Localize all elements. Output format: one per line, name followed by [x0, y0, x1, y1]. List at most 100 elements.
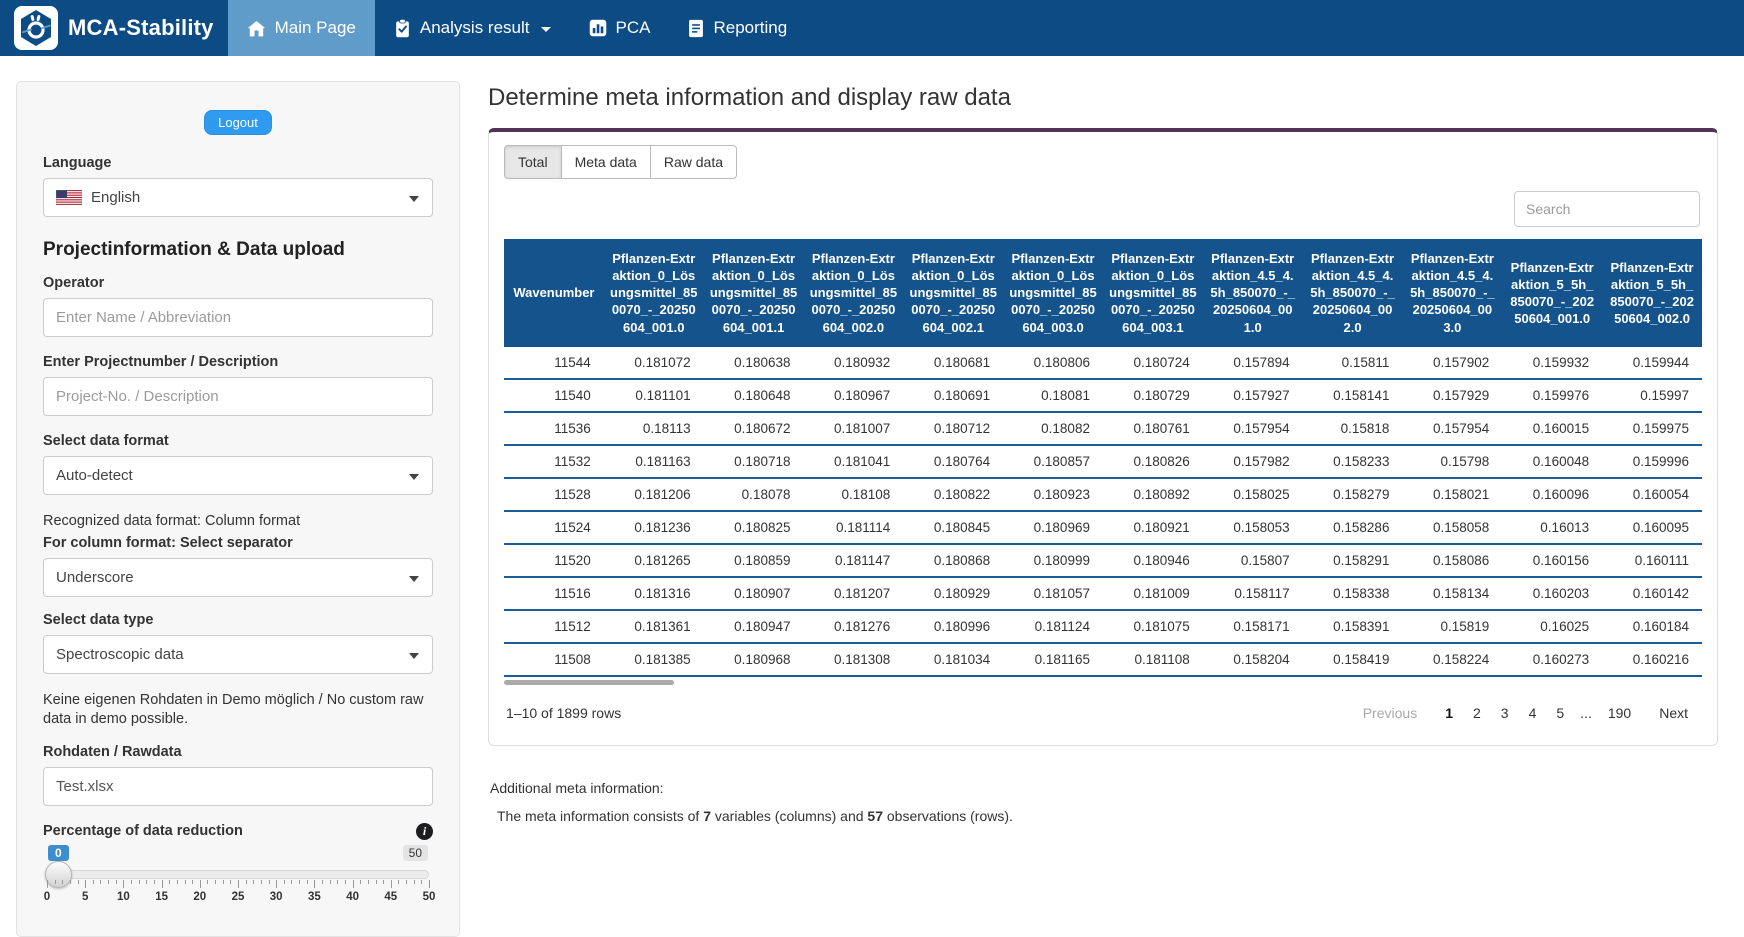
slider-tick-label: 0 [43, 890, 51, 903]
slider-tick [344, 879, 346, 884]
table-row: 11540 0.181101 0.180648 0.180967 0.180691 0.1… [504, 378, 1702, 413]
us-flag-icon [56, 190, 82, 205]
slider-tick [352, 879, 354, 888]
column-header[interactable]: Pflanzen-Extraktion_5_5h_850070_-_202506… [1502, 239, 1603, 347]
column-header[interactable]: Pflanzen-Extraktion_0_Lösungsmittel_8500… [803, 239, 904, 347]
slider-tick [138, 879, 140, 884]
select-caret-icon [409, 474, 419, 480]
tab-total[interactable]: Total [504, 145, 562, 179]
data-type-select[interactable]: Spectroscopic data [43, 634, 433, 674]
rawdata-input[interactable] [43, 766, 433, 806]
pagination-page-3[interactable]: 3 [1491, 701, 1519, 725]
table-cell: 0.180932 [803, 346, 904, 380]
slider-tick [161, 879, 163, 888]
table-cell: 0.180845 [903, 510, 1004, 545]
operator-input[interactable] [43, 298, 433, 337]
slider-tick [207, 879, 209, 884]
column-header[interactable]: Pflanzen-Extraktion_0_Lösungsmittel_8500… [703, 239, 804, 347]
data-format-select[interactable]: Auto-detect [43, 456, 433, 495]
slider-tick [322, 879, 324, 884]
slider-tick [146, 879, 148, 884]
tab-raw-data[interactable]: Raw data [649, 145, 737, 179]
nav-label: PCA [615, 18, 651, 37]
slider-tick [260, 879, 262, 884]
separator-select[interactable]: Underscore [43, 557, 433, 597]
table-row: 11520 0.181265 0.180859 0.181147 0.180868 0.1… [504, 543, 1702, 578]
data-card: Total Meta data Raw data WavenumberPflan… [488, 128, 1718, 746]
table-cell: 0.181265 [603, 543, 704, 578]
column-header[interactable]: Wavenumber [504, 239, 604, 347]
pagination-page-1[interactable]: 1 [1435, 701, 1463, 725]
table-cell: 0.181101 [603, 378, 704, 413]
column-header[interactable]: Pflanzen-Extraktion_4.5_4.5h_850070_-_20… [1202, 239, 1303, 347]
table-cell: 0.158391 [1302, 609, 1403, 644]
table-cell: 0.181007 [803, 411, 904, 446]
column-header[interactable]: Pflanzen-Extraktion_0_Lösungsmittel_8500… [603, 239, 704, 347]
table-search-input[interactable] [1514, 191, 1700, 227]
table-cell: 11516 [504, 576, 604, 611]
table-cell: 0.158291 [1302, 543, 1403, 578]
table-cell: 0.180923 [1003, 477, 1103, 512]
data-reduction-label: Percentage of data reduction [43, 823, 243, 840]
table-cell: 0.159932 [1502, 346, 1603, 380]
separator-label: For column format: Select separator [43, 534, 293, 551]
slider-tick [77, 879, 79, 884]
table-cell: 0.160156 [1502, 543, 1603, 578]
slider-track[interactable]: 0 50 [45, 844, 429, 888]
column-header[interactable]: Pflanzen-Extraktion_0_Lösungsmittel_8500… [1102, 239, 1203, 347]
info-icon[interactable]: i [416, 822, 433, 840]
nav-label: Reporting [713, 18, 788, 37]
pagination-page-4[interactable]: 4 [1519, 701, 1547, 725]
table-cell: 0.160216 [1602, 642, 1702, 677]
language-select[interactable]: English [43, 178, 433, 217]
table-cell: 11512 [504, 609, 604, 644]
slider-tick [314, 879, 316, 888]
column-header[interactable]: Pflanzen-Extraktion_0_Lösungsmittel_8500… [1003, 239, 1103, 347]
column-header[interactable]: Pflanzen-Extraktion_5_5h_850070_-_202506… [1602, 239, 1702, 347]
pagination-page-190[interactable]: 190 [1598, 701, 1641, 725]
slider-tick [253, 879, 255, 884]
table-cell: 0.180968 [703, 642, 804, 677]
table-cell: 0.180946 [1102, 543, 1203, 578]
table-cell: 0.180969 [1003, 510, 1103, 545]
table-cell: 0.160048 [1502, 444, 1603, 479]
data-type-label: Select data type [43, 611, 154, 628]
pagination-page-2[interactable]: 2 [1463, 701, 1491, 725]
select-caret-icon [409, 652, 419, 659]
table-cell: 0.181163 [603, 444, 704, 479]
table-cell: 0.181034 [903, 642, 1004, 677]
nav-main-page[interactable]: Main Page [227, 0, 375, 56]
table-cell: 0.180999 [1003, 543, 1103, 578]
table-cell: 0.180822 [903, 477, 1004, 512]
logout-button[interactable]: Logout [204, 110, 272, 135]
pagination-previous[interactable]: Previous [1353, 701, 1427, 725]
column-header[interactable]: Pflanzen-Extraktion_4.5_4.5h_850070_-_20… [1302, 239, 1403, 347]
horizontal-scrollbar-thumb[interactable] [504, 679, 674, 685]
nav-analysis-result[interactable]: Analysis result [375, 0, 570, 56]
nav-reporting[interactable]: Reporting [669, 0, 806, 56]
column-header[interactable]: Pflanzen-Extraktion_0_Lösungsmittel_8500… [903, 239, 1004, 347]
pagination-page-5[interactable]: 5 [1546, 701, 1574, 725]
table-cell: 0.160203 [1502, 576, 1603, 611]
table-cell: 11528 [504, 477, 604, 512]
column-header[interactable]: Pflanzen-Extraktion_4.5_4.5h_850070_-_20… [1402, 239, 1503, 347]
slider-tick [100, 879, 102, 884]
nav-pca[interactable]: PCA [570, 0, 670, 56]
demo-note: Keine eigenen Rohdaten in Demo möglich /… [43, 691, 424, 728]
nav-menu: Main Page Analysis result PCA Reporting [227, 0, 807, 56]
table-cell: 0.181108 [1102, 642, 1203, 677]
slider-scale: 0 5 10 15 20 25 30 35 40 45 50 [43, 879, 435, 910]
language-selected-value: English [91, 189, 141, 206]
slider-tick [306, 879, 308, 884]
projectnumber-input[interactable] [43, 377, 433, 416]
tab-meta-data[interactable]: Meta data [560, 145, 651, 179]
table-cell: 0.158141 [1302, 378, 1403, 413]
pagination-next[interactable]: Next [1649, 701, 1698, 725]
view-tabs: Total Meta data Raw data [504, 145, 737, 179]
table-cell: 11536 [504, 411, 604, 446]
table-cell: 0.15997 [1602, 378, 1702, 413]
slider-max-badge: 50 [402, 844, 428, 861]
bar-chart-icon [589, 19, 606, 37]
table-cell: 0.181165 [1003, 642, 1103, 677]
slider-tick [184, 879, 186, 884]
